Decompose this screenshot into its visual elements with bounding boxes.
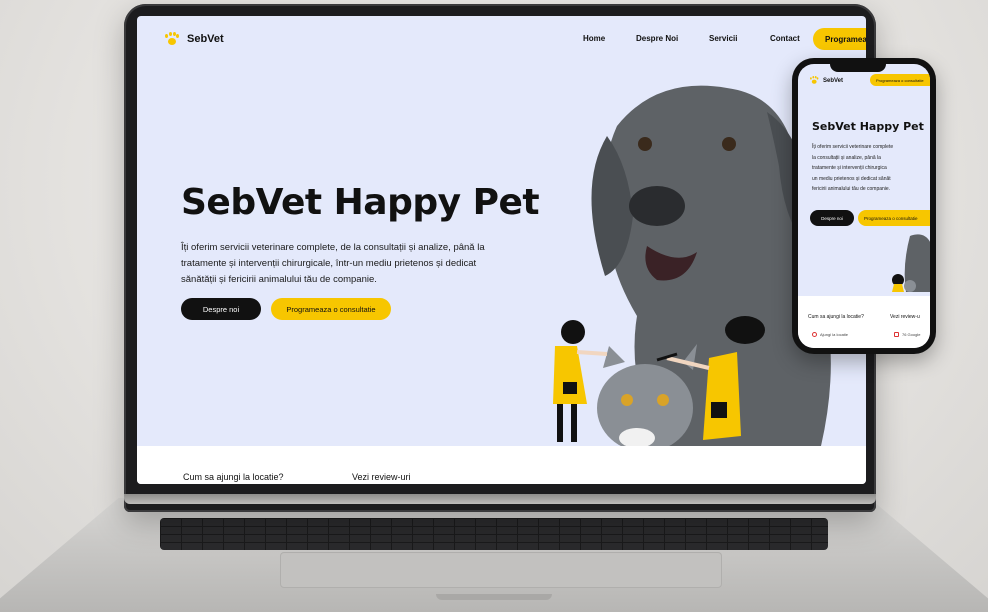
location-pin-icon — [812, 332, 817, 337]
laptop-front-notch — [436, 594, 552, 600]
google-icon — [894, 332, 899, 337]
mobile-location-chip-label: Ajungi la locatie — [820, 332, 849, 337]
phone-notch — [830, 62, 886, 72]
mobile-location-link[interactable]: Cum sa ajungi la locatie? — [808, 314, 864, 320]
mobile-location-chip[interactable]: Ajungi la locatie — [812, 332, 848, 337]
location-link[interactable]: Cum sa ajungi la locatie? — [183, 472, 284, 482]
mobile-header-cta[interactable]: Programeaza o consultatie — [870, 74, 930, 86]
paw-icon — [810, 76, 819, 84]
mobile-description-line: Îți oferim servicii veterinare complete — [812, 144, 894, 150]
mobile-reviews-chip[interactable]: 76 Google — [894, 332, 920, 337]
mobile-brand-name: SebVet — [823, 77, 844, 84]
mobile-description-line: fericirii animalului tău de companie. — [812, 186, 891, 192]
mobile-info-band: Cum sa ajungi la locatie? Vezi review-u … — [798, 296, 930, 348]
laptop-trackpad — [280, 552, 722, 588]
phone-screen: SebVet Programeaza o consultatie SebVet … — [798, 64, 930, 348]
mobile-brand-logo[interactable]: SebVet — [810, 76, 843, 85]
mobile-hero-description: Îți oferim servicii veterinare complete … — [812, 142, 930, 195]
mobile-pets-illustration — [892, 234, 930, 292]
mobile-reviews-chip-label: 76 Google — [902, 332, 921, 337]
mobile-despre-noi-button[interactable]: Despre noi — [810, 210, 854, 226]
groomer-left-illustration — [553, 320, 608, 442]
mobile-description-line: tratamente și intervenții chirurgica — [812, 165, 887, 171]
mobile-description-line: la consultații și analize, până la — [812, 154, 881, 161]
info-band: Cum sa ajungi la locatie? Vezi review-ur… — [137, 446, 866, 484]
laptop-hinge — [124, 494, 876, 504]
laptop-keyboard — [160, 518, 828, 550]
reviews-link[interactable]: Vezi review-uri — [352, 472, 411, 482]
mobile-programeaza-button[interactable]: Programeaza o consultatie — [858, 210, 930, 226]
mobile-description-line: un mediu prietenos și dedicat sănăt — [812, 175, 891, 182]
mobile-hero-title: SebVet Happy Pet — [812, 120, 924, 133]
mobile-reviews-link[interactable]: Vezi review-u — [890, 314, 920, 320]
hero-pets-illustration — [553, 85, 831, 452]
laptop-screen: SebVet Home Despre Noi Servicii Contact … — [137, 16, 866, 484]
